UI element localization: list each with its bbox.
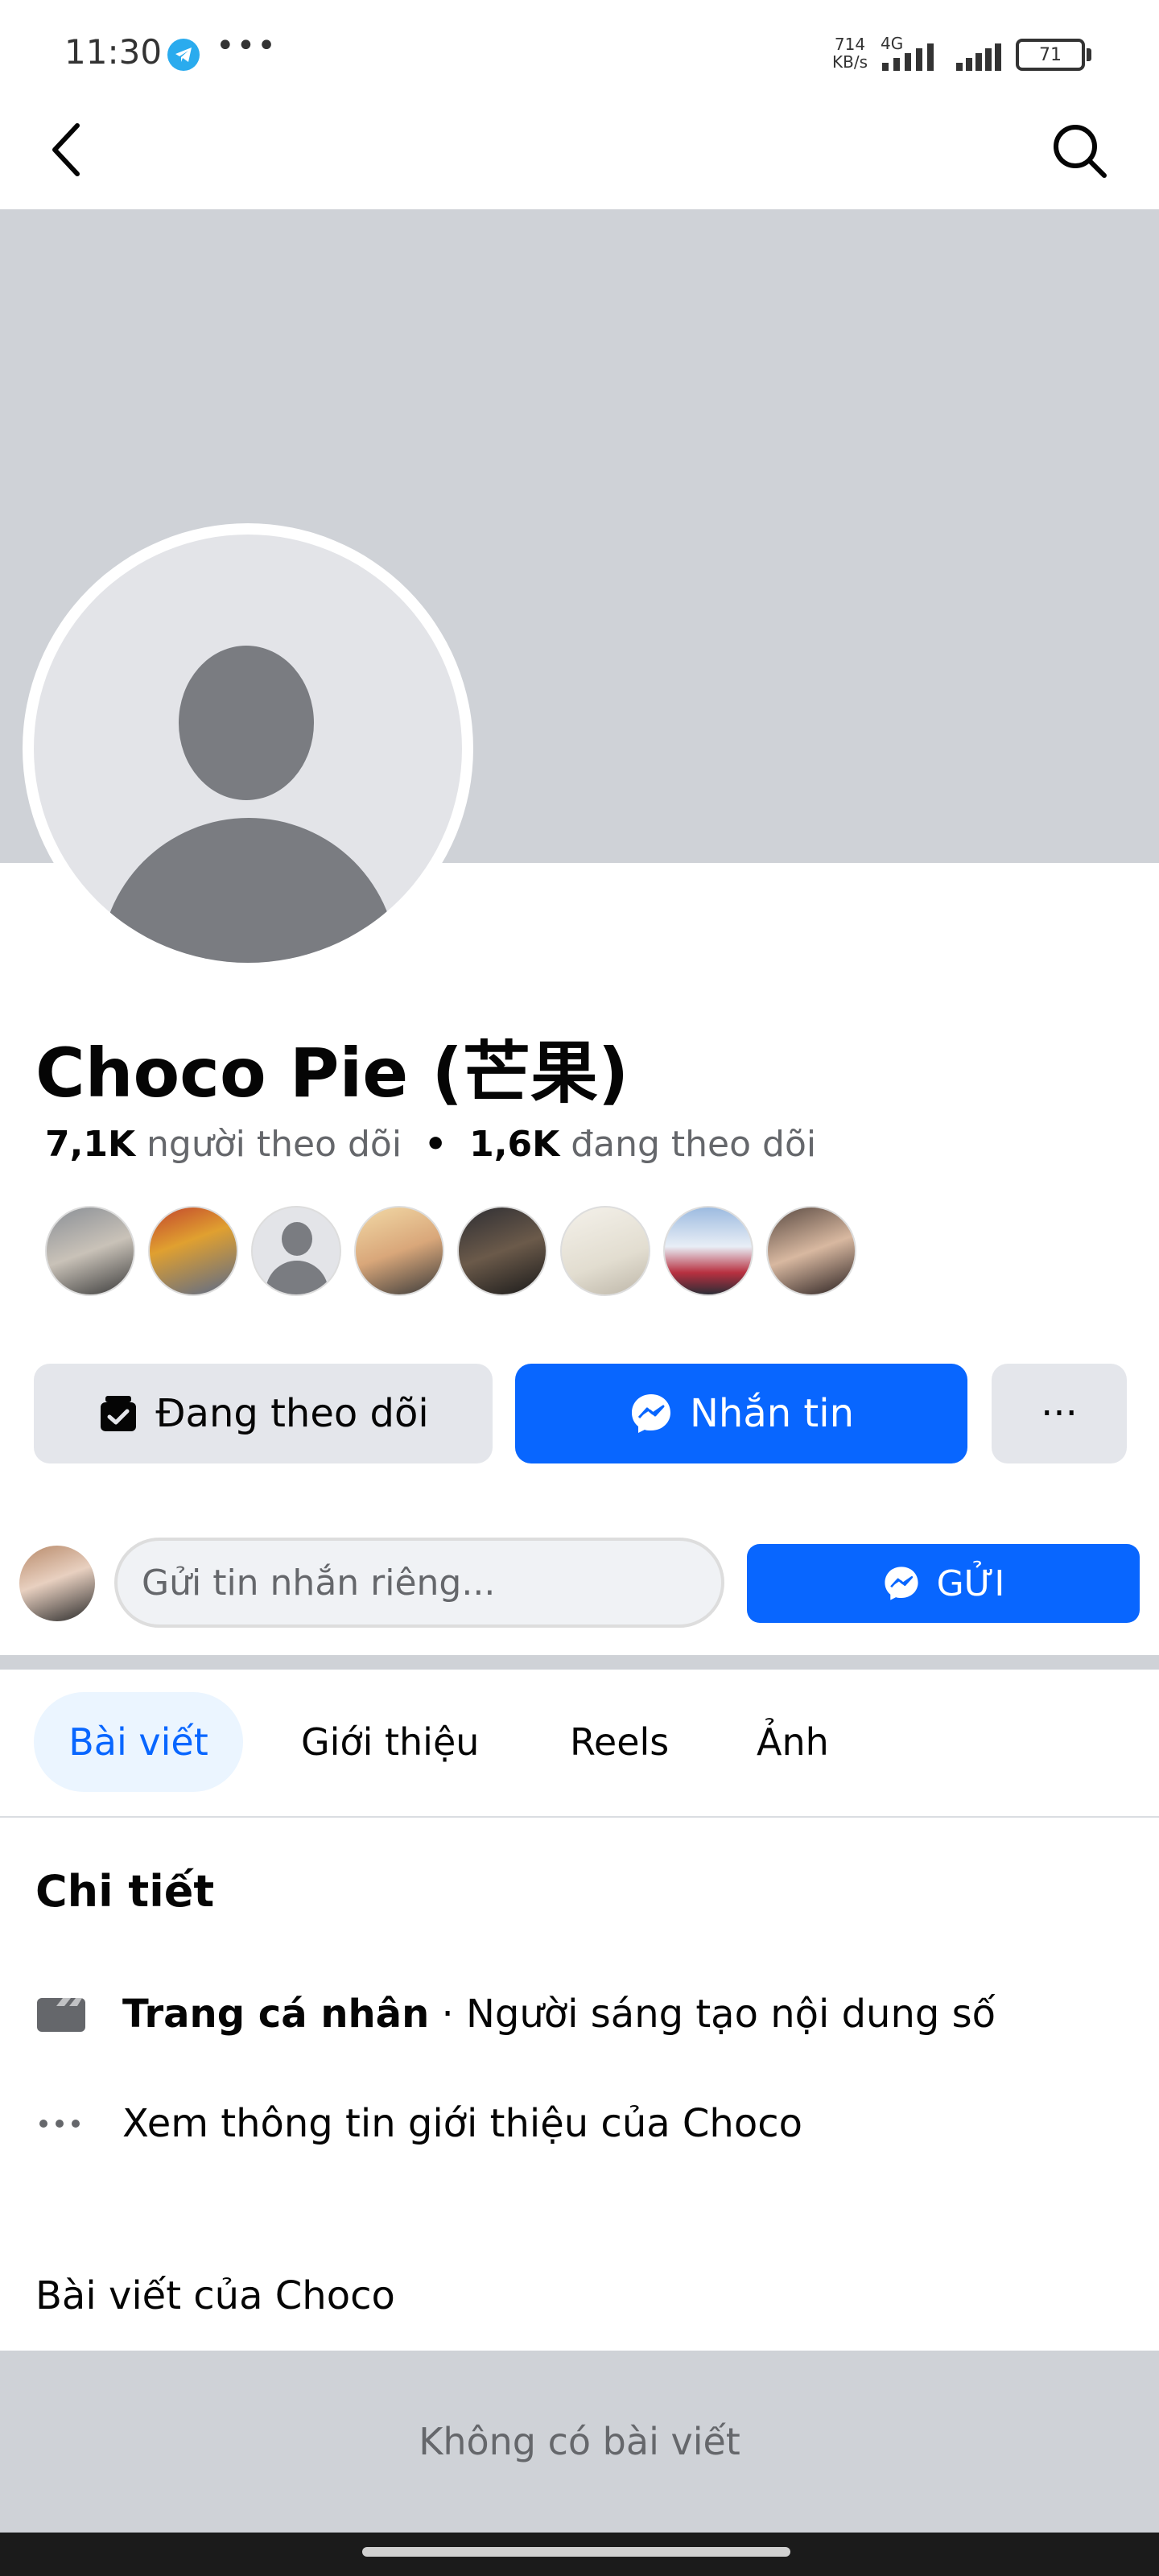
friend-avatar[interactable] <box>457 1206 547 1296</box>
details-title: Chi tiết <box>35 1866 215 1917</box>
following-label[interactable]: đang theo dõi <box>571 1124 816 1165</box>
telegram-icon <box>167 39 200 71</box>
followers-count[interactable]: 7,1K <box>45 1124 135 1165</box>
send-button[interactable]: GỬI <box>747 1544 1140 1623</box>
detail-page-type: Trang cá nhân · Người sáng tạo nội dung … <box>35 1992 996 2037</box>
clapperboard-icon <box>35 1995 87 2033</box>
friend-avatar[interactable] <box>251 1206 341 1296</box>
following-count[interactable]: 1,6K <box>469 1124 559 1165</box>
network-speed: 714 KB/s <box>827 35 872 71</box>
detail-page-type-bold: Trang cá nhân <box>122 1992 430 2037</box>
network-speed-unit: KB/s <box>832 52 868 72</box>
network-speed-value: 714 <box>834 35 866 54</box>
tab-posts[interactable]: Bài viết <box>34 1692 243 1792</box>
stats-separator: • <box>424 1124 448 1165</box>
battery-icon: 71 <box>1016 39 1085 71</box>
empty-posts-label: Không có bài viết <box>419 2420 740 2463</box>
friend-avatar[interactable] <box>766 1206 856 1296</box>
see-about-label: Xem thông tin giới thiệu của Choco <box>122 2101 802 2146</box>
message-button[interactable]: Nhắn tin <box>515 1364 967 1463</box>
more-horizontal-icon: ··· <box>1041 1391 1078 1436</box>
friend-avatar[interactable] <box>354 1206 444 1296</box>
chevron-left-icon <box>52 123 80 176</box>
friend-avatar[interactable] <box>560 1206 650 1296</box>
message-button-label: Nhắn tin <box>690 1391 854 1436</box>
checkmark-bag-icon <box>101 1396 137 1431</box>
tab-about[interactable]: Giới thiệu <box>301 1692 479 1792</box>
tab-reels[interactable]: Reels <box>570 1692 669 1792</box>
see-about-link[interactable]: Xem thông tin giới thiệu của Choco <box>35 2101 802 2146</box>
notification-dots-icon: ••• <box>216 27 278 64</box>
profile-name: Choco Pie (芒果) <box>35 1034 629 1113</box>
messenger-icon <box>632 1394 670 1433</box>
my-avatar <box>19 1546 95 1621</box>
search-button[interactable] <box>1046 118 1111 182</box>
followers-label[interactable]: người theo dõi <box>146 1124 402 1165</box>
friend-avatar[interactable] <box>45 1206 135 1296</box>
friend-avatar[interactable] <box>148 1206 238 1296</box>
battery-level: 71 <box>1039 45 1062 65</box>
following-button[interactable]: Đang theo dõi <box>34 1364 493 1463</box>
avatar-placeholder-head <box>179 646 314 800</box>
signal-icon <box>882 43 934 71</box>
signal-icon-2 <box>956 43 1001 71</box>
back-button[interactable] <box>45 118 93 182</box>
messenger-icon <box>885 1567 918 1600</box>
friend-avatars <box>45 1206 856 1296</box>
search-icon <box>1054 125 1107 178</box>
tabs-divider <box>0 1816 1159 1818</box>
posts-title: Bài viết của Choco <box>35 2273 395 2318</box>
home-indicator[interactable] <box>362 2547 790 2557</box>
battery-tip <box>1087 48 1091 61</box>
status-time: 11:30 <box>64 32 163 72</box>
empty-posts-banner: Không có bài viết <box>0 2351 1159 2533</box>
follow-stats: 7,1K người theo dõi • 1,6K đang theo dõi <box>45 1124 816 1165</box>
more-horizontal-icon <box>35 2104 87 2143</box>
more-options-button[interactable]: ··· <box>992 1364 1127 1463</box>
profile-avatar[interactable] <box>34 535 462 963</box>
following-button-label: Đang theo dõi <box>155 1391 429 1436</box>
section-divider <box>0 1655 1159 1670</box>
friend-avatar[interactable] <box>663 1206 753 1296</box>
avatar-placeholder-body <box>100 818 398 963</box>
tab-photos[interactable]: Ảnh <box>757 1692 829 1792</box>
private-message-placeholder: Gửi tin nhắn riêng... <box>142 1562 496 1604</box>
send-button-label: GỬI <box>936 1563 1005 1604</box>
private-message-input[interactable]: Gửi tin nhắn riêng... <box>114 1538 724 1628</box>
detail-page-type-rest: · Người sáng tạo nội dung số <box>429 1992 996 2037</box>
